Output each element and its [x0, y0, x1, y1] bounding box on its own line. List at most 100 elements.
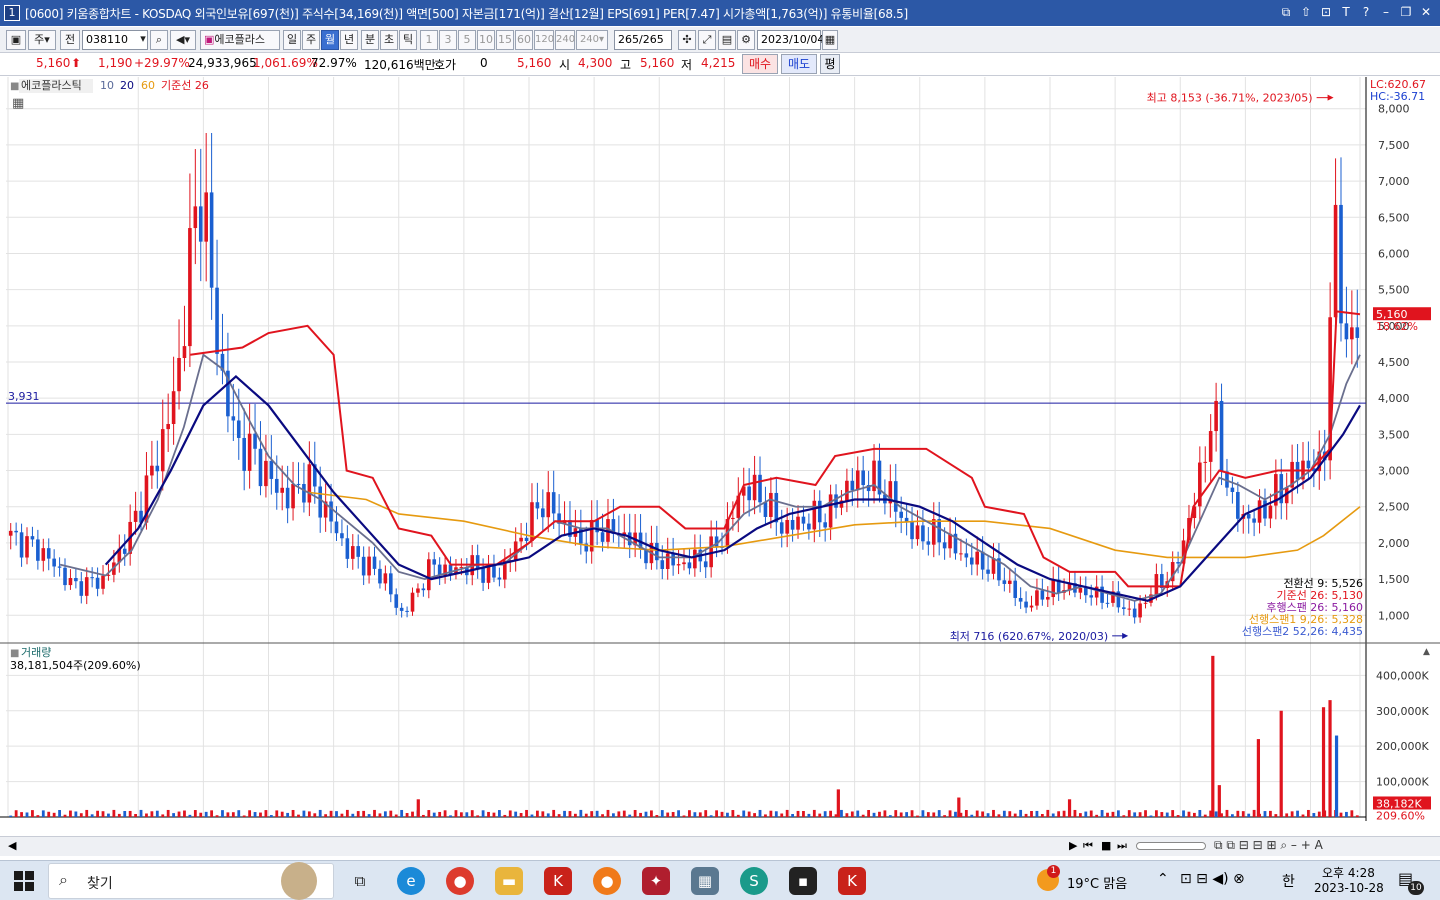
volume-bar — [812, 809, 816, 817]
tab-second[interactable]: 초 — [380, 30, 398, 50]
file-explorer-icon[interactable]: ▬ — [495, 867, 523, 895]
collapse-icon[interactable]: ■ — [10, 81, 19, 92]
candle-body — [855, 470, 860, 491]
market-select[interactable]: 주▾ — [28, 30, 56, 50]
volume-bar — [546, 813, 550, 817]
table-icon[interactable]: ▦ — [12, 96, 24, 111]
sell-button[interactable]: 매도 — [781, 54, 817, 74]
tray-chevron-icon[interactable]: ⌃ — [1157, 871, 1169, 887]
panel-menu-icon[interactable]: ▲ — [1423, 647, 1430, 657]
price-chart[interactable]: 8,0007,5007,0006,5006,0005,5005,0004,500… — [0, 77, 1440, 821]
volume-bar — [318, 809, 322, 817]
tab-day[interactable]: 일 — [283, 30, 301, 50]
chrome-icon[interactable]: ● — [446, 867, 474, 895]
interval-15[interactable]: 15 — [496, 30, 514, 50]
buy-button[interactable]: 매수 — [742, 54, 778, 74]
zoom-slider[interactable] — [1136, 842, 1206, 850]
kiwoom-active-icon[interactable]: K — [838, 867, 866, 895]
tile-icon[interactable]: ⧉ — [1278, 4, 1294, 20]
indicator-select[interactable]: ▣에코플라스 — [200, 30, 280, 50]
volume-pct: 1,061.69% — [253, 56, 318, 70]
fit-icon[interactable]: ⊡ — [1318, 4, 1334, 20]
help-icon[interactable]: ? — [1358, 4, 1374, 20]
volume-bar — [964, 810, 968, 817]
candle-body — [399, 607, 404, 611]
edge-icon[interactable]: e — [397, 867, 425, 895]
interval-5[interactable]: 5 — [458, 30, 476, 50]
scroll-left-icon[interactable]: ◀ — [8, 839, 16, 852]
windows-start-icon[interactable] — [14, 871, 34, 891]
candle-body — [600, 532, 605, 542]
volume-bar — [280, 811, 284, 817]
volume-bar — [128, 810, 132, 817]
app-icon-red[interactable]: ✦ — [642, 867, 670, 895]
mode-button[interactable]: 전 — [60, 30, 80, 50]
interval-10[interactable]: 10 — [477, 30, 495, 50]
candle-body — [122, 548, 127, 554]
weather-text[interactable]: 19°C 맑음 — [1067, 873, 1127, 892]
maximize-button[interactable]: ❐ — [1398, 4, 1414, 20]
candle-body — [46, 548, 51, 559]
tray-icons[interactable]: ⊡ ⊟ ◀) ⊗ — [1180, 871, 1245, 887]
interval-60[interactable]: 60 — [515, 30, 533, 50]
calculator-icon[interactable]: ▦ — [691, 867, 719, 895]
speaker-icon[interactable]: ◀▾ — [170, 30, 196, 50]
interval-3[interactable]: 3 — [439, 30, 457, 50]
taskbar-search[interactable]: ⌕ 찾기 — [48, 862, 334, 900]
volume-bar — [215, 815, 219, 817]
forward-icon[interactable]: ⏭ — [1117, 839, 1127, 853]
candle-body — [247, 433, 252, 471]
kiwoom-app-icon[interactable]: K — [544, 867, 572, 895]
interval-240[interactable]: 240 — [555, 30, 575, 50]
layout-icon[interactable]: ▣ — [6, 30, 26, 50]
candle-body — [361, 556, 366, 576]
candle-body — [1203, 461, 1208, 463]
candle-body — [231, 416, 236, 421]
ime-indicator[interactable]: 한 — [1282, 871, 1295, 891]
clock-time[interactable]: 오후 4:28 — [1322, 864, 1375, 881]
interval-custom[interactable]: 240▾ — [576, 30, 608, 50]
tab-minute[interactable]: 분 — [361, 30, 379, 50]
candle-body — [524, 537, 529, 542]
volume-bar — [166, 809, 170, 817]
search-icon[interactable]: ⌕ — [150, 30, 168, 50]
interval-1[interactable]: 1 — [420, 30, 438, 50]
gear-icon[interactable]: ⚙ — [737, 30, 755, 50]
volume-collapse-icon[interactable]: ■ — [10, 648, 19, 659]
sticky-notes-icon[interactable]: ▪ — [789, 867, 817, 895]
rewind-icon[interactable]: ⏮ — [1083, 839, 1093, 853]
date-field[interactable]: 2023/10/04 — [757, 30, 824, 50]
bar-count-field[interactable]: 265/265 — [614, 30, 672, 50]
tab-year[interactable]: 년 — [340, 30, 358, 50]
interval-120[interactable]: 120 — [534, 30, 554, 50]
window-number: 1 — [4, 5, 20, 21]
chevron-down-icon[interactable]: ▾ — [137, 30, 149, 50]
layout-icons[interactable]: ⧉ ⧉ ⊟ ⊟ ⊞ ⌕ – + A — [1214, 838, 1323, 853]
tab-week[interactable]: 주 — [302, 30, 320, 50]
tab-tick[interactable]: 틱 — [399, 30, 417, 50]
font-icon[interactable]: T — [1338, 4, 1354, 20]
zoom-icon[interactable]: ⤢ — [698, 30, 716, 50]
kakao-icon[interactable]: ● — [593, 867, 621, 895]
minimize-button[interactable]: – — [1378, 4, 1394, 20]
close-button[interactable]: ✕ — [1418, 4, 1434, 20]
app-icon-teal[interactable]: S — [740, 867, 768, 895]
task-view-icon[interactable]: ⧉ — [346, 867, 374, 895]
crosshair-icon[interactable]: ✣ — [678, 30, 696, 50]
save-icon[interactable]: ▤ — [718, 30, 736, 50]
avg-button[interactable]: 평 — [820, 54, 840, 74]
scroll-right-icon[interactable]: ▶ — [1069, 839, 1077, 852]
calendar-icon[interactable]: ▦ — [822, 30, 838, 50]
volume-bar — [579, 809, 583, 817]
horizontal-scrollbar[interactable]: ◀ ▶ ⏮ ■ ⏭ ⧉ ⧉ ⊟ ⊟ ⊞ ⌕ – + A — [0, 836, 1440, 856]
pin-icon[interactable]: ⇧ — [1298, 4, 1314, 20]
candle-body — [63, 567, 67, 586]
clock-date[interactable]: 2023-10-28 — [1314, 881, 1384, 895]
tab-month[interactable]: 월 — [321, 30, 339, 50]
volume-bar — [405, 813, 409, 817]
volume-tick-label: 400,000K — [1376, 669, 1429, 682]
open-label: 시 — [559, 58, 571, 72]
stop-icon[interactable]: ■ — [1101, 839, 1111, 852]
volume-bar — [975, 810, 979, 817]
volume-bar — [117, 813, 121, 817]
